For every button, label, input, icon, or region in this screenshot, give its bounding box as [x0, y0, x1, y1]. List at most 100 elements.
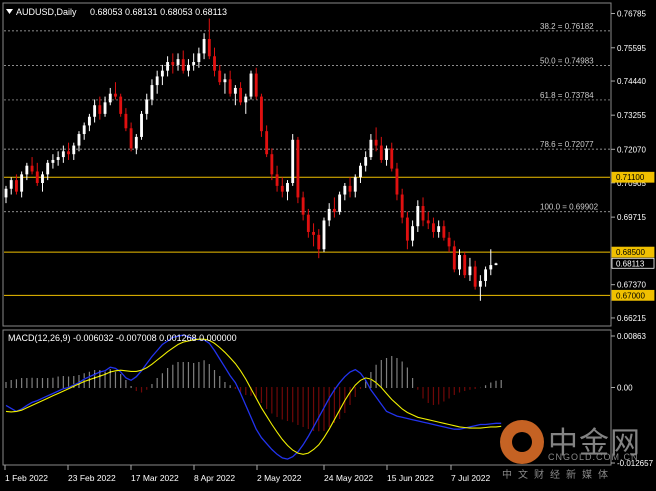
- candle-body: [338, 194, 342, 212]
- price-tick-label: 0.75595: [617, 44, 646, 53]
- watermark-tagline: 中文财经新媒体: [502, 470, 614, 481]
- candle-body: [207, 38, 211, 57]
- candle-body: [432, 223, 435, 232]
- candle-body: [67, 151, 70, 155]
- price-tick-label: 0.73255: [617, 111, 646, 120]
- candle-body: [61, 151, 65, 158]
- candle-body: [51, 159, 55, 163]
- candle-body: [56, 157, 60, 160]
- date-tick-label: 1 Feb 2022: [5, 473, 48, 483]
- candle-body: [145, 99, 149, 114]
- candle-body: [458, 255, 461, 270]
- watermark-url: CNGOLD.COM.CN: [548, 452, 639, 462]
- candle-body: [494, 263, 498, 266]
- candle-body: [124, 113, 128, 129]
- candle-body: [213, 56, 216, 71]
- candle-body: [87, 116, 91, 126]
- candle-body: [129, 128, 133, 149]
- candle-body: [119, 96, 123, 114]
- candle-body: [452, 246, 456, 270]
- candle-body: [218, 70, 222, 83]
- candle-body: [176, 59, 180, 65]
- candle-body: [270, 154, 274, 175]
- candle-body: [166, 62, 170, 71]
- candle-body: [35, 171, 39, 184]
- fib-label: 78.6 = 0.72077: [540, 140, 594, 149]
- candle-body: [228, 79, 232, 94]
- candle-body: [364, 157, 368, 166]
- candle-body: [411, 226, 415, 241]
- candle-body: [286, 183, 289, 192]
- price-tick-label: 0.74440: [617, 77, 646, 86]
- candle-body: [9, 180, 13, 189]
- candle-body: [140, 113, 143, 137]
- candle-body: [150, 85, 154, 100]
- symbol-label: AUDUSD,Daily: [16, 7, 77, 17]
- cngold-watermark: 中金网 CNGOLD.COM.CN 中文财经新媒体: [500, 418, 650, 481]
- candle-body: [265, 131, 269, 155]
- candle-body: [25, 165, 29, 175]
- candle-body: [395, 168, 399, 195]
- candle-body: [343, 185, 347, 195]
- level-price-label: 0.71100: [616, 173, 645, 182]
- candle-body: [484, 269, 488, 281]
- candle-body: [374, 139, 378, 146]
- date-tick-label: 8 Apr 2022: [194, 473, 235, 483]
- candle-body: [385, 148, 388, 160]
- candle-body: [14, 180, 18, 192]
- candle-body: [317, 234, 321, 250]
- price-tick-label: 0.67370: [617, 281, 646, 290]
- candle-body: [30, 165, 34, 172]
- candle-body: [223, 79, 227, 83]
- candle-body: [98, 105, 102, 114]
- candle-body: [275, 174, 279, 186]
- candle-body: [155, 76, 159, 86]
- candle-body: [239, 87, 243, 103]
- candle-body: [416, 206, 420, 227]
- fib-label: 61.8 = 0.73784: [540, 91, 594, 100]
- candle-body: [197, 53, 201, 63]
- candle-body: [72, 145, 76, 155]
- candle-body: [400, 194, 404, 218]
- candle-body: [405, 217, 409, 241]
- price-tick-label: 0.66215: [617, 314, 646, 323]
- candle-body: [187, 64, 190, 71]
- candle-body: [296, 139, 300, 198]
- candle-body: [171, 62, 175, 65]
- candle-body: [447, 237, 451, 247]
- candle-body: [114, 93, 117, 97]
- current-price-label: 0.68113: [616, 259, 645, 268]
- date-tick-label: 2 May 2022: [257, 473, 302, 483]
- candle-body: [108, 93, 112, 103]
- candle-body: [46, 162, 50, 175]
- candle-body: [421, 206, 425, 221]
- date-tick-label: 23 Feb 2022: [68, 473, 116, 483]
- macd-label: MACD(12,26,9) -0.006032 -0.007008 0.0012…: [8, 333, 237, 343]
- candle-body: [4, 188, 8, 198]
- candle-body: [426, 220, 430, 224]
- candle-body: [437, 226, 441, 232]
- candle-body: [93, 105, 97, 117]
- candle-body: [244, 96, 248, 103]
- candle-body: [306, 214, 310, 232]
- candle-body: [442, 226, 446, 238]
- candle-body: [468, 266, 472, 276]
- candle-body: [291, 139, 295, 184]
- ohlc-values: 0.68053 0.68131 0.68053 0.68113: [90, 7, 227, 17]
- candle-body: [327, 208, 331, 221]
- candle-body: [249, 73, 253, 97]
- candle-body: [379, 145, 383, 160]
- candle-body: [353, 177, 357, 192]
- date-tick-label: 17 Mar 2022: [131, 473, 179, 483]
- candle-body: [259, 96, 263, 132]
- price-tick-label: 0.72070: [617, 145, 646, 154]
- candle-body: [41, 174, 44, 184]
- candle-body: [473, 266, 477, 287]
- candle-body: [20, 174, 24, 192]
- candle-body: [160, 70, 164, 77]
- candle-body: [280, 185, 284, 192]
- fib-label: 50.0 = 0.74983: [540, 56, 594, 65]
- candle-body: [233, 87, 237, 94]
- candle-body: [192, 62, 196, 65]
- candle-body: [369, 139, 373, 158]
